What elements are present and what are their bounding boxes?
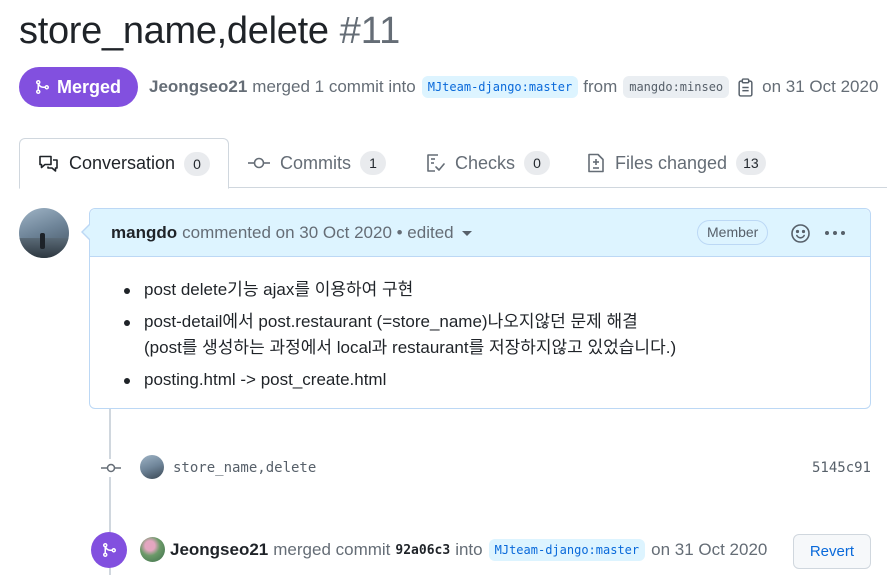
tab-checks-count: 0 [524,151,551,175]
merge-event: Jeongseo21 merged commit 92a06c3 into MJ… [91,531,871,571]
tab-checks[interactable]: Checks 0 [425,138,551,188]
avatar[interactable] [140,537,165,562]
comment-discussion-icon [39,155,58,172]
commit-event: store_name,delete 5145c91 [99,453,871,483]
member-badge: Member [697,220,769,245]
tab-conversation-count: 0 [184,151,211,176]
head-branch-label[interactable]: mangdo:minseo [623,76,730,98]
pr-meta: Merged Jeongseo21 merged 1 commit into M… [19,67,878,107]
git-commit-icon [248,157,270,169]
file-diff-icon [588,153,604,173]
tab-conversation[interactable]: Conversation 0 [19,138,230,189]
smiley-icon[interactable] [789,222,811,244]
revert-button[interactable]: Revert [792,534,871,569]
tab-conversation-label: Conversation [69,153,176,173]
tab-commits-count: 1 [360,151,386,175]
comment-box: mangdo commented on 30 Oct 2020 • edited… [81,208,871,409]
pr-title: store_name,delete [19,10,329,52]
comment-author-link[interactable]: mangdo [111,223,177,243]
from-text: from [583,77,618,96]
comment-meta-text: commented on 30 Oct 2020 • edited [182,222,454,242]
avatar[interactable] [140,455,164,479]
list-item: post delete기능 ajax를 이용하여 구현 [124,277,870,303]
merged-commit-text: merged 1 commit into [252,77,416,96]
merge-commit-sha-link[interactable]: 92a06c3 [395,543,450,558]
merge-event-action: merged commit [273,540,391,559]
pr-tabs: Conversation 0 Commits 1 Checks 0 Files … [19,138,887,189]
tab-checks-label: Checks [455,152,516,173]
comment-list: post delete기능 ajax를 이용하여 구현 post-detail에… [124,277,870,393]
checklist-icon [427,154,445,172]
tab-commits-label: Commits [280,152,351,173]
git-merge-icon [91,532,127,568]
edit-history-dropdown[interactable] [461,231,472,236]
comment-body: post delete기능 ajax를 이용하여 구현 post-detail에… [90,257,870,393]
merged-state-label: Merged [57,76,122,97]
pr-header: store_name,delete #11 [19,10,400,60]
avatar[interactable] [19,208,69,258]
into-text: into [455,540,483,559]
base-branch-label[interactable]: MJteam-django:master [421,76,579,98]
tab-files-changed-label: Files changed [615,152,728,173]
merge-event-date: on 31 Oct 2020 [651,540,768,559]
kebab-horizontal-icon[interactable] [823,222,847,244]
pr-merger-link[interactable]: Jeongseo21 [149,77,247,97]
merged-state-badge: Merged [19,67,139,107]
commit-sha-link[interactable]: 5145c91 [812,460,871,476]
tab-files-changed[interactable]: Files changed 13 [587,138,766,188]
copy-icon[interactable] [737,77,754,97]
merge-event-text: Jeongseo21 merged commit 92a06c3 into MJ… [170,539,767,561]
pr-number: #11 [339,10,401,52]
list-item: post-detail에서 post.restaurant (=store_na… [124,309,870,361]
merge-author-link[interactable]: Jeongseo21 [170,540,268,560]
merge-date: on 31 Oct 2020 [762,77,879,96]
commit-message-link[interactable]: store_name,delete [173,460,316,476]
tab-files-changed-count: 13 [736,151,766,175]
tab-commits[interactable]: Commits 1 [248,138,386,188]
comment-header: mangdo commented on 30 Oct 2020 • edited… [90,209,870,257]
list-item: posting.html -> post_create.html [124,367,870,393]
git-commit-icon [100,459,122,477]
git-merge-icon [36,80,50,94]
merge-branch-label[interactable]: MJteam-django:master [488,539,646,561]
